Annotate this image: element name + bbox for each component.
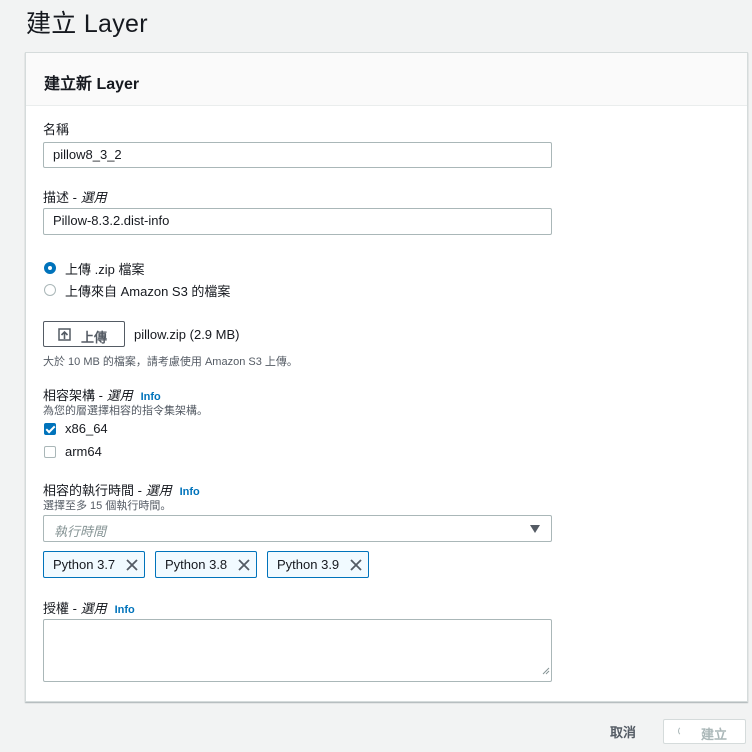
license-label: 授權 - 選用 Info (43, 598, 135, 617)
caret-down-icon (530, 525, 540, 533)
license-info-link[interactable]: Info (115, 604, 135, 616)
runtimes-optional: 選用 (145, 483, 172, 498)
description-label-text: 描述 - (43, 190, 81, 205)
architectures-label-text: 相容架構 - (43, 388, 107, 403)
runtime-token: Python 3.9 (267, 551, 369, 578)
license-label-text: 授權 - (43, 601, 81, 616)
description-optional: 選用 (80, 190, 107, 205)
runtime-token: Python 3.7 (43, 551, 145, 578)
architectures-description: 為您的層選擇相容的指令集架構。 (43, 405, 208, 417)
checkbox-arm64[interactable] (44, 446, 56, 458)
runtime-select[interactable]: 執行時間 (43, 515, 552, 542)
runtime-token-label: Python 3.9 (277, 557, 340, 572)
description-input[interactable]: Pillow-8.3.2.dist-info (43, 208, 552, 235)
create-button-label: 建立 (701, 727, 728, 742)
close-icon[interactable] (349, 558, 363, 572)
runtime-select-placeholder: 執行時間 (54, 524, 107, 539)
upload-button-label: 上傳 (81, 330, 108, 345)
loading-spinner-icon (678, 726, 688, 736)
radio-upload-zip[interactable] (44, 262, 56, 274)
name-input[interactable]: pillow8_3_2 (43, 142, 552, 168)
close-icon[interactable] (125, 558, 139, 572)
radio-upload-s3-label: 上傳來自 Amazon S3 的檔案 (65, 284, 231, 299)
radio-upload-s3[interactable] (44, 284, 56, 296)
checkbox-arm64-label: arm64 (65, 444, 102, 459)
upload-hint: 大於 10 MB 的檔案，請考慮使用 Amazon S3 上傳。 (43, 356, 298, 368)
panel-title: 建立新 Layer (44, 76, 140, 93)
runtime-token-label: Python 3.7 (53, 557, 116, 572)
architectures-optional: 選用 (106, 388, 133, 403)
uploaded-file-name: pillow.zip (2.9 MB) (134, 327, 240, 342)
panel-header: 建立新 Layer (26, 53, 747, 106)
radio-upload-zip-label: 上傳 .zip 檔案 (65, 262, 145, 277)
close-icon[interactable] (237, 558, 251, 572)
resize-handle-icon[interactable] (542, 662, 550, 680)
upload-icon (58, 328, 71, 346)
runtimes-description: 選擇至多 15 個執行時間。 (43, 500, 172, 512)
checkbox-x86-64-label: x86_64 (65, 421, 108, 436)
cancel-button[interactable]: 取消 (610, 722, 636, 741)
runtime-token-label: Python 3.8 (165, 557, 228, 572)
runtimes-label-text: 相容的執行時間 - (43, 483, 146, 498)
create-button[interactable]: 建立 (663, 719, 746, 744)
upload-button[interactable]: 上傳 (43, 321, 125, 347)
license-textarea[interactable] (43, 619, 552, 682)
runtimes-info-link[interactable]: Info (180, 486, 200, 498)
name-label: 名稱 (43, 122, 70, 137)
page-title: 建立 Layer (26, 10, 148, 38)
description-label: 描述 - 選用 (43, 187, 107, 206)
license-optional: 選用 (80, 601, 107, 616)
create-layer-panel: 建立新 Layer 名稱 pillow8_3_2 描述 - 選用 Pillow-… (25, 52, 748, 702)
runtime-token: Python 3.8 (155, 551, 257, 578)
checkbox-x86-64[interactable] (44, 423, 56, 435)
